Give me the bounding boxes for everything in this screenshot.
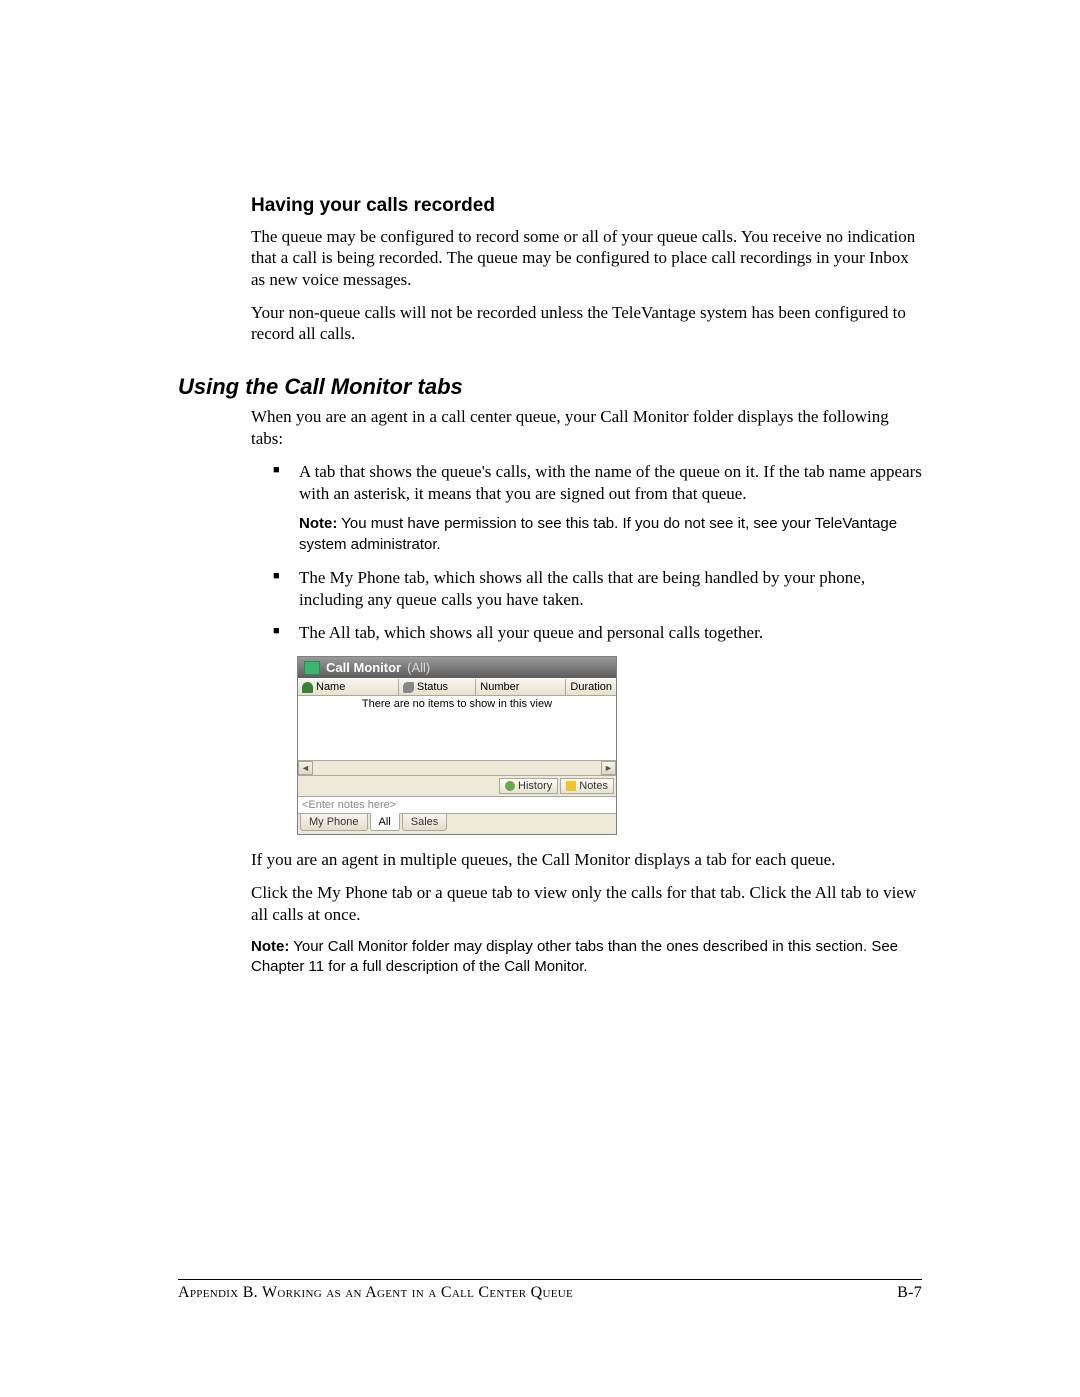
history-icon bbox=[505, 781, 515, 791]
column-name-label: Name bbox=[316, 681, 345, 693]
column-duration-label: Duration bbox=[570, 681, 612, 693]
column-number-label: Number bbox=[480, 681, 519, 693]
note-label: Note: bbox=[299, 515, 337, 532]
scroll-track[interactable] bbox=[313, 761, 601, 775]
para-tabs-intro: When you are an agent in a call center q… bbox=[251, 406, 922, 449]
bullet-queue-tab-text: A tab that shows the queue's calls, with… bbox=[299, 462, 922, 503]
toolbar-row: History Notes bbox=[298, 776, 616, 796]
column-number[interactable]: Number bbox=[476, 679, 566, 695]
call-monitor-title-sub: (All) bbox=[407, 660, 430, 675]
para-click-tabs: Click the My Phone tab or a queue tab to… bbox=[251, 882, 922, 925]
history-button-label: History bbox=[518, 780, 552, 792]
notes-button[interactable]: Notes bbox=[560, 778, 614, 794]
bullet-my-phone: The My Phone tab, which shows all the ca… bbox=[273, 567, 922, 611]
column-header-row: Name Status Number Duration bbox=[298, 678, 616, 696]
notes-button-label: Notes bbox=[579, 780, 608, 792]
phone-icon bbox=[403, 682, 414, 693]
tab-all[interactable]: All bbox=[370, 813, 400, 831]
scroll-right-button[interactable]: ► bbox=[601, 761, 616, 775]
bullet-list: A tab that shows the queue's calls, with… bbox=[251, 461, 922, 644]
call-monitor-panel: Call Monitor (All) Name Status Number Du… bbox=[297, 656, 617, 835]
footer-rule bbox=[178, 1279, 922, 1280]
column-duration[interactable]: Duration bbox=[566, 679, 616, 695]
horizontal-scrollbar[interactable]: ◄ ► bbox=[298, 761, 616, 776]
note-permission: Note: You must have permission to see th… bbox=[299, 514, 922, 555]
tabs-row: My Phone All Sales bbox=[298, 814, 616, 834]
call-monitor-title: Call Monitor bbox=[326, 660, 401, 675]
call-monitor-titlebar: Call Monitor (All) bbox=[298, 657, 616, 678]
para-recorded-1: The queue may be configured to record so… bbox=[251, 226, 922, 290]
list-body: There are no items to show in this view bbox=[298, 696, 616, 761]
column-status-label: Status bbox=[417, 681, 448, 693]
para-recorded-2: Your non-queue calls will not be recorde… bbox=[251, 302, 922, 345]
notes-icon bbox=[566, 781, 576, 791]
column-name[interactable]: Name bbox=[298, 679, 399, 695]
person-icon bbox=[302, 682, 313, 693]
tab-my-phone[interactable]: My Phone bbox=[300, 813, 368, 831]
heading-call-monitor-tabs: Using the Call Monitor tabs bbox=[178, 374, 922, 400]
note-label-2: Note: bbox=[251, 938, 289, 955]
bullet-queue-tab: A tab that shows the queue's calls, with… bbox=[273, 461, 922, 555]
call-monitor-icon bbox=[304, 661, 320, 675]
empty-message: There are no items to show in this view bbox=[362, 698, 552, 710]
bullet-all-tab: The All tab, which shows all your queue … bbox=[273, 622, 922, 644]
notes-input[interactable]: <Enter notes here> bbox=[298, 796, 616, 814]
note-other-tabs: Note: Your Call Monitor folder may displ… bbox=[251, 937, 922, 978]
note-other-tabs-text: Your Call Monitor folder may display oth… bbox=[251, 938, 898, 975]
column-status[interactable]: Status bbox=[399, 679, 476, 695]
history-button[interactable]: History bbox=[499, 778, 558, 794]
footer-page-number: B-7 bbox=[897, 1284, 922, 1302]
scroll-left-button[interactable]: ◄ bbox=[298, 761, 313, 775]
footer-left: Appendix B. Working as an Agent in a Cal… bbox=[178, 1284, 573, 1302]
page-footer: Appendix B. Working as an Agent in a Cal… bbox=[178, 1279, 922, 1302]
note-permission-text: You must have permission to see this tab… bbox=[299, 515, 897, 552]
tab-sales[interactable]: Sales bbox=[402, 813, 448, 831]
para-multi-queues: If you are an agent in multiple queues, … bbox=[251, 849, 922, 870]
subheading-recorded: Having your calls recorded bbox=[251, 195, 922, 217]
